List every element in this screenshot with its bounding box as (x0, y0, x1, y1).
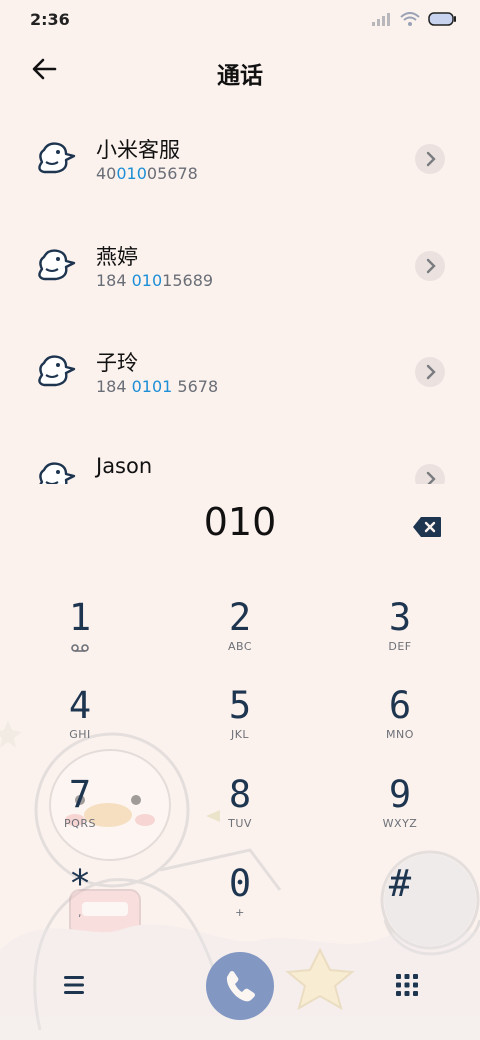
number-part: 40 (96, 164, 117, 183)
contact-number: 4001005678 (96, 164, 198, 183)
dialed-number: 010 (203, 500, 277, 544)
number-part: 05678 (146, 164, 198, 183)
phone-icon (226, 971, 255, 1002)
backspace-icon[interactable] (412, 516, 442, 538)
number-match: 010 (131, 271, 163, 290)
key-letters: + (235, 906, 245, 919)
key-digit: 1 (68, 596, 92, 639)
contact-details-button[interactable] (415, 464, 445, 484)
key-letters: MNO (386, 728, 414, 741)
key-letters: , (78, 906, 82, 919)
number-match: 0101 (131, 377, 173, 396)
key-digit: 7 (68, 773, 92, 816)
contact-name: 小米客服 (96, 138, 180, 162)
number-part: 184 (96, 271, 132, 290)
chevron-right-icon (426, 364, 436, 380)
key-4[interactable]: 4 GHI (20, 686, 140, 766)
duck-avatar-icon (38, 142, 76, 174)
number-part: 15689 (162, 271, 214, 290)
key-3[interactable]: 3 DEF (340, 598, 460, 678)
key-digit: 8 (228, 773, 252, 816)
contact-row[interactable]: Jason (0, 430, 480, 484)
dialpad-icon[interactable] (394, 972, 420, 998)
wifi-icon (400, 12, 420, 26)
key-digit: 5 (228, 684, 252, 727)
key-letters: GHI (69, 728, 91, 741)
duck-avatar-icon (38, 249, 76, 281)
signal-icon (372, 13, 390, 26)
key-letters: PQRS (64, 817, 96, 830)
key-letters: WXYZ (382, 817, 418, 830)
key-7[interactable]: 7 PQRS (20, 775, 140, 855)
key-digit: * (68, 862, 92, 905)
bottom-action-bar (0, 948, 480, 1028)
contact-suggestions-list: 小米客服 4001005678 燕婷 184 01015689 子玲 184 0… (0, 110, 480, 484)
key-9[interactable]: 9 WXYZ (340, 775, 460, 855)
hamburger-icon[interactable] (60, 974, 88, 996)
contact-details-button[interactable] (415, 357, 445, 387)
contact-details-button[interactable] (415, 144, 445, 174)
status-time: 2:36 (30, 10, 70, 29)
header: 通话 (0, 46, 480, 96)
key-digit: 4 (68, 684, 92, 727)
number-match: 010 (116, 164, 147, 183)
key-0[interactable]: 0 + (180, 864, 300, 944)
key-digit: 6 (388, 684, 412, 727)
chevron-right-icon (426, 151, 436, 167)
contact-number: 184 01015689 (96, 271, 213, 290)
key-letters: ABC (227, 640, 253, 653)
key-5[interactable]: 5 JKL (180, 686, 300, 766)
page-title: 通话 (217, 63, 263, 89)
duck-avatar-icon (39, 462, 76, 484)
contact-name: 子玲 (96, 351, 138, 375)
battery-icon (428, 12, 456, 26)
key-letters: DEF (388, 640, 412, 653)
status-icons (372, 12, 456, 26)
key-digit: 9 (388, 773, 412, 816)
key-2[interactable]: 2 ABC (180, 598, 300, 678)
key-digit: 2 (228, 596, 252, 639)
voicemail-icon (71, 644, 89, 652)
contact-name: 燕婷 (96, 245, 138, 269)
contact-row[interactable]: 子玲 184 0101 5678 (0, 323, 480, 419)
key-8[interactable]: 8 TUV (180, 775, 300, 855)
status-bar: 2:36 (0, 0, 480, 42)
contact-row[interactable]: 小米客服 4001005678 (0, 110, 480, 206)
number-part: 5678 (172, 377, 219, 396)
chevron-right-icon (426, 471, 436, 484)
key-6[interactable]: 6 MNO (340, 686, 460, 766)
call-button[interactable] (206, 952, 274, 1020)
key-letters: TUV (228, 817, 252, 830)
duck-avatar-icon (38, 355, 76, 387)
key-letters: JKL (230, 728, 250, 741)
key-1[interactable]: 1 (20, 598, 140, 678)
contact-name: Jason (96, 454, 153, 478)
key-digit: # (388, 862, 412, 905)
key-star[interactable]: * , (20, 864, 140, 944)
key-digit: 3 (388, 596, 412, 639)
key-digit: 0 (228, 862, 252, 905)
contact-row[interactable]: 燕婷 184 01015689 (0, 217, 480, 313)
contact-details-button[interactable] (415, 251, 445, 281)
number-part: 184 (96, 377, 132, 396)
key-hash[interactable]: # (340, 864, 460, 944)
contact-number: 184 0101 5678 (96, 377, 218, 396)
chevron-right-icon (426, 258, 436, 274)
